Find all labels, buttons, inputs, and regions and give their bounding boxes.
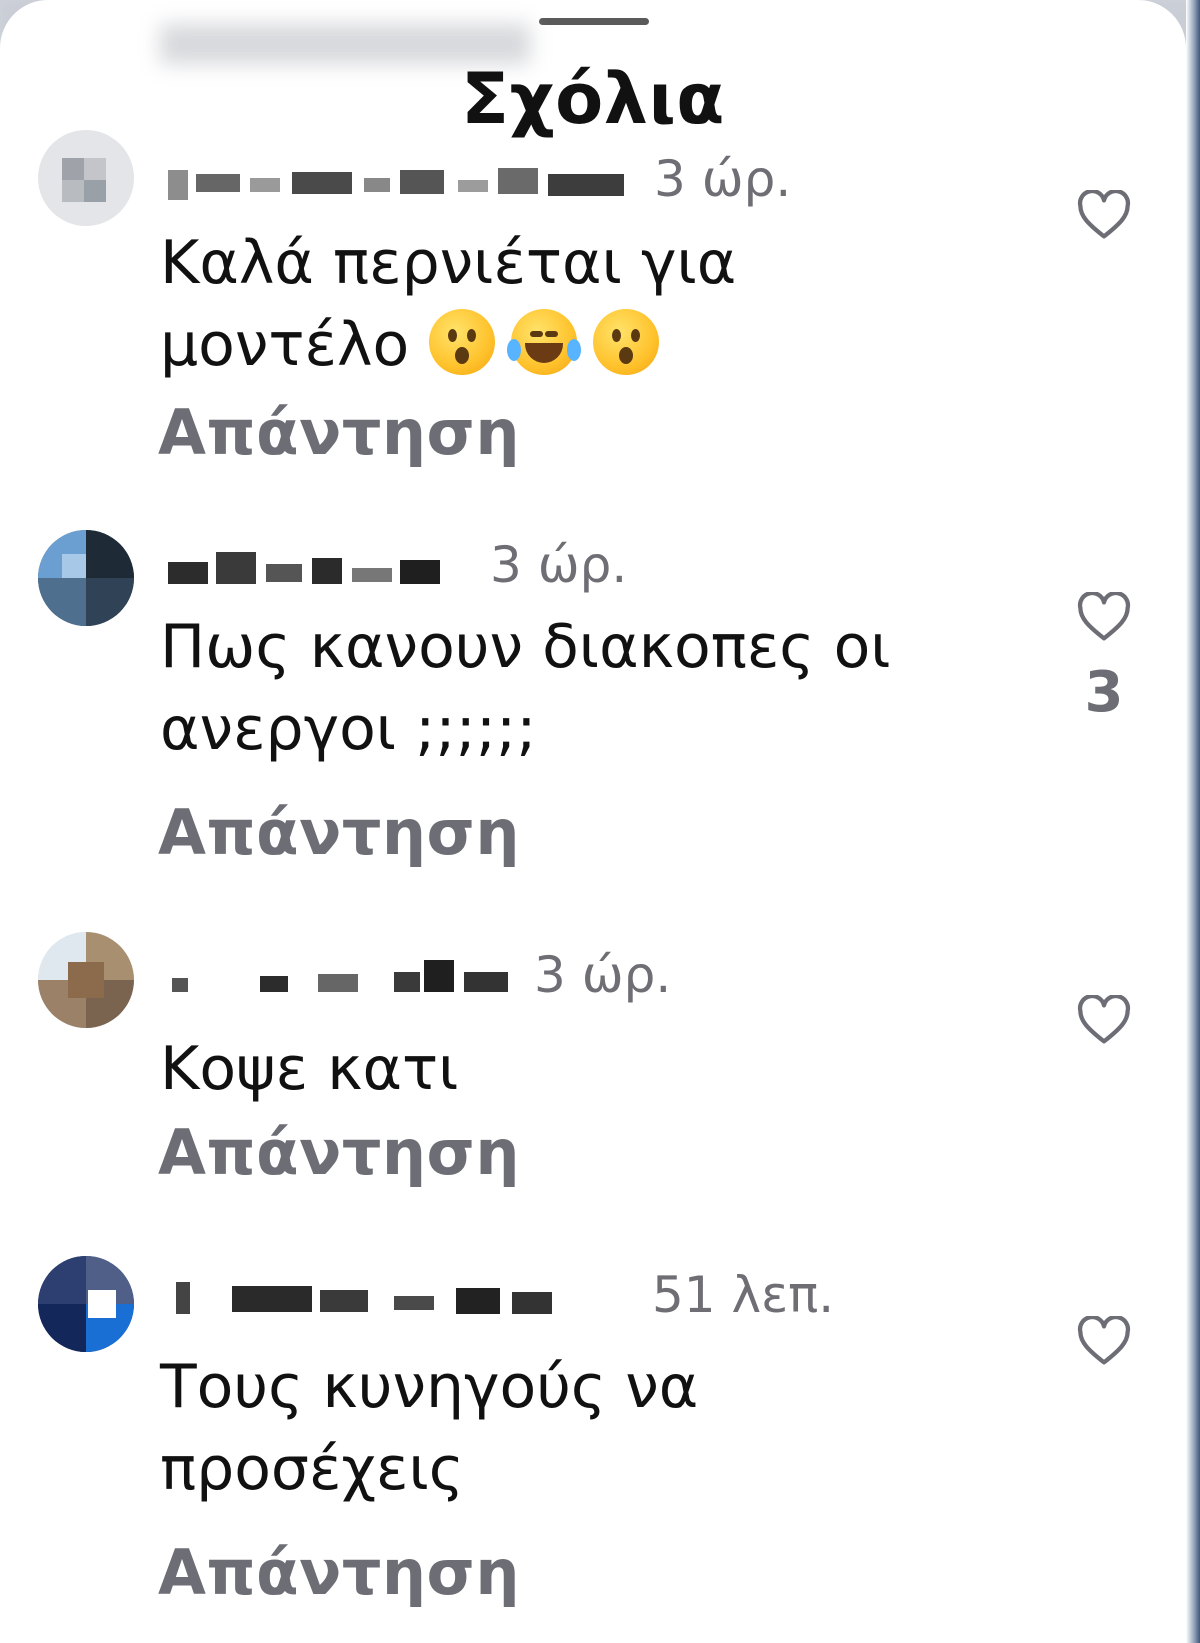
comment-text: Τους κυνηγούς να προσέχεις [160, 1352, 699, 1504]
username-blurred[interactable] [168, 1274, 628, 1318]
like-button[interactable] [1076, 1316, 1132, 1366]
comments-sheet: Σχόλια 3 ώρ. Καλά περνιέται για μοντέλο [0, 0, 1186, 1643]
avatar[interactable] [38, 1256, 134, 1352]
tears-of-joy-emoji [507, 309, 582, 375]
like-button[interactable]: 3 [1076, 592, 1132, 725]
comment-text: Καλά περνιέται για μοντέλο [160, 228, 737, 380]
username-blurred[interactable] [168, 954, 518, 998]
comment-text: Πως κανουν διακοπες οι ανεργοι ;;;;;; [160, 612, 891, 764]
username-blurred[interactable] [168, 158, 648, 202]
reply-button[interactable]: Απάντηση [158, 1116, 520, 1189]
comment-time: 3 ώρ. [654, 150, 792, 208]
reply-button[interactable]: Απάντηση [158, 1536, 520, 1609]
like-button[interactable] [1076, 190, 1132, 240]
window-edge [1186, 0, 1200, 1643]
avatar[interactable] [38, 130, 134, 226]
sheet-title: Σχόλια [461, 58, 725, 140]
comment-text: Κοψε κατι [160, 1034, 459, 1104]
heart-outline-icon [1077, 995, 1131, 1044]
comment-time: 3 ώρ. [490, 536, 628, 594]
comment-time: 3 ώρ. [534, 946, 672, 1004]
avatar[interactable] [38, 530, 134, 626]
heart-outline-icon [1077, 190, 1131, 239]
heart-outline-icon [1077, 592, 1131, 641]
username-blurred[interactable] [168, 544, 468, 588]
astonished-face-emoji [593, 309, 660, 375]
like-count: 3 [1084, 660, 1124, 725]
heart-outline-icon [1077, 1316, 1131, 1365]
drag-handle[interactable] [539, 18, 649, 25]
like-button[interactable] [1076, 995, 1132, 1045]
reply-button[interactable]: Απάντηση [158, 396, 520, 469]
avatar[interactable] [38, 932, 134, 1028]
astonished-face-emoji [429, 309, 496, 375]
comment-time: 51 λεπ. [652, 1266, 835, 1324]
reply-button[interactable]: Απάντηση [158, 796, 520, 869]
